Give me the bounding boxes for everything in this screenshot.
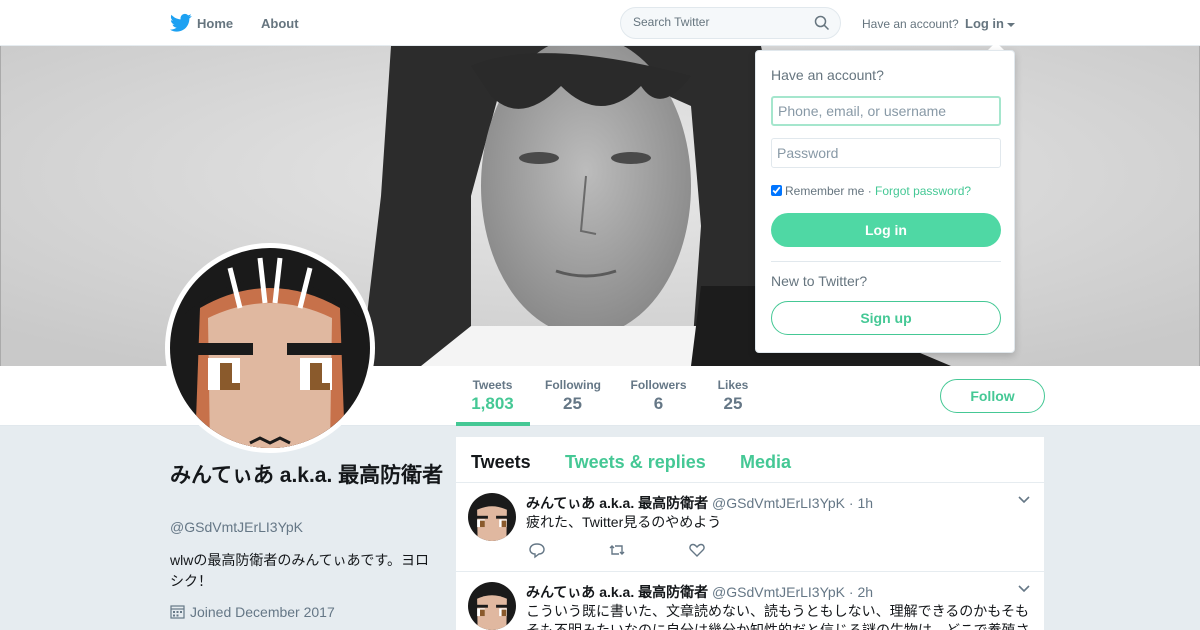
login-dropdown-toggle[interactable]: Log in	[965, 16, 1015, 31]
top-navigation-bar: Home About Have an account? Log in	[0, 0, 1200, 46]
stat-label: Following	[545, 378, 601, 392]
tab-tweets[interactable]: Tweets	[471, 452, 531, 473]
stat-tweets[interactable]: Tweets 1,803	[470, 378, 515, 414]
reply-icon[interactable]	[528, 541, 546, 559]
tweet-separator: ·	[848, 495, 854, 511]
tweet-avatar-image	[468, 493, 516, 541]
stat-value: 25	[723, 394, 743, 413]
follow-button[interactable]: Follow	[940, 379, 1045, 413]
remember-me-label[interactable]: Remember me	[785, 184, 864, 198]
forgot-password-link[interactable]: Forgot password?	[875, 184, 971, 198]
login-button[interactable]: Log in	[771, 213, 1001, 247]
calendar-icon	[170, 605, 185, 619]
tab-media[interactable]: Media	[740, 452, 791, 473]
tweet-text: 疲れた、Twitter見るのやめよう	[526, 514, 722, 530]
login-dropdown: Have an account? Remember me · Forgot pa…	[755, 50, 1015, 353]
tweet-author-name[interactable]: みんてぃあ a.k.a. 最高防衛者	[526, 495, 708, 511]
tweet-header: みんてぃあ a.k.a. 最高防衛者 @GSdVmtJErLI3YpK · 1h	[526, 493, 873, 513]
tweet-author-handle[interactable]: @GSdVmtJErLI3YpK	[712, 495, 845, 511]
stat-followers[interactable]: Followers 6	[630, 378, 687, 414]
stat-following[interactable]: Following 25	[545, 378, 601, 414]
username-field[interactable]	[771, 96, 1001, 126]
password-field[interactable]	[771, 138, 1001, 168]
remember-row: Remember me · Forgot password?	[771, 184, 971, 198]
signup-button[interactable]: Sign up	[771, 301, 1001, 335]
login-dropdown-title: Have an account?	[771, 67, 884, 83]
tweet-item[interactable]: みんてぃあ a.k.a. 最高防衛者 @GSdVmtJErLI3YpK · 1h…	[456, 483, 1044, 572]
stat-value: 25	[563, 394, 582, 413]
stat-likes[interactable]: Likes 25	[717, 378, 749, 414]
tweet-header: みんてぃあ a.k.a. 最高防衛者 @GSdVmtJErLI3YpK · 2h	[526, 582, 873, 602]
chevron-down-icon[interactable]	[1018, 496, 1030, 504]
stat-label: Tweets	[472, 378, 513, 392]
tweet-avatar[interactable]	[468, 493, 516, 541]
tweet-avatar[interactable]	[468, 582, 516, 630]
profile-joined: Joined December 2017	[170, 604, 335, 620]
timeline-tabs: Tweets Tweets & replies Media	[456, 437, 1044, 483]
tab-tweets-replies[interactable]: Tweets & replies	[565, 452, 706, 473]
profile-bio: wlwの最高防衛者のみんてぃあです。ヨロシク！	[170, 552, 429, 589]
profile-handle[interactable]: @GSdVmtJErLI3YpK	[170, 519, 303, 535]
like-icon[interactable]	[688, 541, 706, 559]
tweet-time[interactable]: 1h	[857, 495, 873, 511]
stat-label: Followers	[630, 378, 687, 392]
tweet-author-handle[interactable]: @GSdVmtJErLI3YpK	[712, 584, 845, 600]
remember-separator: ·	[867, 184, 872, 198]
about-link[interactable]: About	[261, 16, 299, 31]
search-icon[interactable]	[814, 15, 830, 31]
search-input[interactable]	[633, 15, 803, 29]
tweet-item[interactable]: みんてぃあ a.k.a. 最高防衛者 @GSdVmtJErLI3YpK · 2h…	[456, 572, 1044, 630]
have-account-text: Have an account?	[862, 17, 959, 31]
profile-name: みんてぃあ a.k.a. 最高防衛者	[170, 464, 444, 487]
tweet-author-name[interactable]: みんてぃあ a.k.a. 最高防衛者	[526, 584, 708, 600]
timeline: Tweets Tweets & replies Media みんてぃあ a.k.…	[456, 437, 1044, 630]
profile-avatar[interactable]	[165, 243, 375, 453]
tweet-text: こういう既に書いた、文章読めない、読もうともしない、理解できるのかもそもそも不明…	[526, 603, 1030, 630]
home-link[interactable]: Home	[197, 16, 233, 31]
tweet-separator: ·	[848, 584, 854, 600]
tweet-time[interactable]: 2h	[857, 584, 873, 600]
caret-down-icon	[1007, 22, 1015, 27]
stat-label: Likes	[717, 378, 749, 392]
joined-date-text: Joined December 2017	[190, 604, 335, 620]
twitter-bird-icon[interactable]	[170, 13, 192, 33]
remember-me-checkbox[interactable]	[771, 185, 782, 196]
chevron-down-icon[interactable]	[1018, 585, 1030, 593]
stat-value: 6	[653, 394, 664, 413]
avatar-image	[170, 248, 370, 448]
new-to-twitter-text: New to Twitter?	[771, 273, 868, 289]
tweet-avatar-image	[468, 582, 516, 630]
stat-value: 1,803	[471, 394, 514, 413]
login-toggle-label: Log in	[965, 16, 1004, 31]
dropdown-divider	[771, 261, 1001, 262]
search-box	[620, 7, 841, 39]
active-stat-indicator	[456, 422, 530, 426]
retweet-icon[interactable]	[608, 541, 626, 559]
